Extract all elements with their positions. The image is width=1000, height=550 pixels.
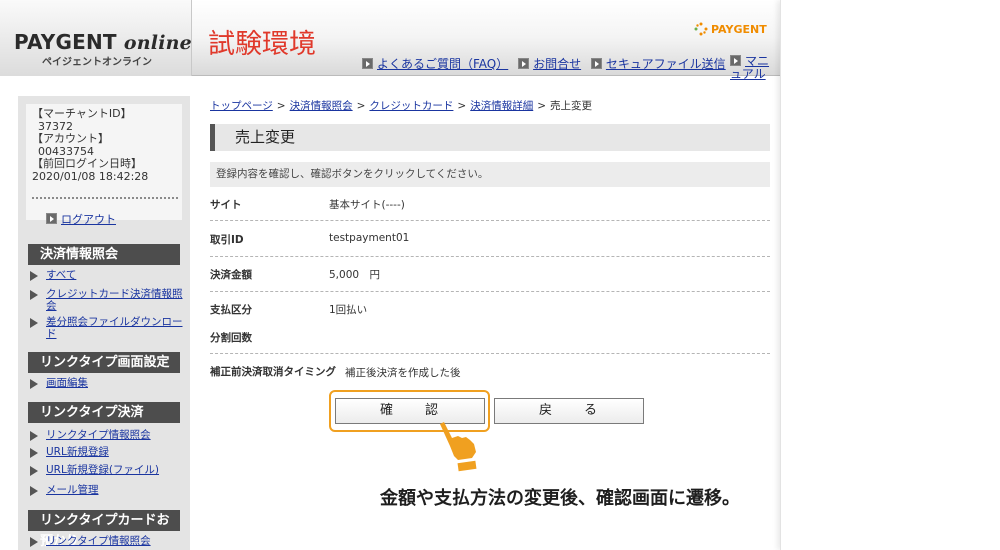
contact-link[interactable]: お問合せ — [533, 57, 581, 71]
environment-title: 試験環境 — [208, 29, 316, 60]
paygent-online-logo[interactable]: PAYGENT online ペイジェントオンライン — [0, 0, 192, 76]
breadcrumb-payment-inquiry[interactable]: 決済情報照会 — [290, 100, 353, 112]
amount-value: 5,000 円 — [329, 269, 381, 281]
logo-online-text: online — [123, 32, 192, 54]
merchant-id-label: 【マーチャントID】 — [32, 107, 132, 120]
row-divider — [210, 353, 770, 354]
breadcrumb-separator: > — [537, 100, 547, 112]
row-divider — [210, 256, 770, 257]
row-divider — [210, 220, 770, 221]
amount-label: 決済金額 — [210, 269, 252, 281]
section-link-screen-settings: リンクタイプ画面設定 — [28, 352, 180, 373]
logout-item[interactable]: ログアウト — [46, 211, 116, 227]
payment-type-value: 1回払い — [329, 304, 368, 316]
faq-link-item[interactable]: よくあるご質問（FAQ） — [362, 55, 508, 72]
arrow-bullet-icon — [730, 55, 741, 66]
paygent-brand-logo: PAYGENT — [694, 22, 767, 36]
sidebar-item-diff-download[interactable]: 差分照会ファイルダウンロード — [30, 316, 186, 340]
annotation-caption: 金額や支払方法の変更後、確認画面に遷移。 — [380, 488, 740, 509]
triangle-bullet-icon — [30, 466, 38, 476]
sidebar-item-screen-edit[interactable]: 画面編集 — [30, 377, 186, 390]
pointing-hand-icon — [440, 422, 477, 472]
triangle-bullet-icon — [30, 448, 38, 458]
payment-type-label: 支払区分 — [210, 304, 252, 316]
cancel-timing-value: 補正後決済を作成した後 — [345, 367, 461, 379]
breadcrumb-top[interactable]: トップページ — [210, 100, 273, 112]
header-links: よくあるご質問（FAQ） お問合せ セキュアファイル送信 マニュアル — [362, 55, 780, 81]
last-login-value: 2020/01/08 18:42:28 — [32, 169, 149, 183]
triangle-bullet-icon — [30, 379, 38, 389]
triangle-bullet-icon — [30, 290, 38, 300]
transaction-id-value: testpayment01 — [329, 232, 410, 244]
account-info-panel: 【マーチャントID】 37372 【アカウント】 00433754 【前回ログイ… — [26, 104, 182, 226]
triangle-bullet-icon — [30, 318, 38, 328]
row-divider — [210, 291, 770, 292]
triangle-bullet-icon — [30, 486, 38, 496]
breadcrumb: トップページ > 決済情報照会 > クレジットカード > 決済情報詳細 > 売上変更 — [210, 98, 592, 113]
sidebar-item-link-inquiry[interactable]: リンクタイプ情報照会 — [30, 429, 186, 442]
site-label: サイト — [210, 199, 242, 211]
contact-link-item[interactable]: お問合せ — [518, 55, 581, 72]
page-title: 売上変更 — [210, 124, 770, 151]
sidebar-item-mail-manage[interactable]: メール管理 — [30, 484, 186, 497]
sidebar-link-diff-download[interactable]: 差分照会ファイルダウンロード — [46, 316, 186, 340]
transaction-id-label: 取引ID — [210, 234, 244, 246]
account-divider — [32, 197, 178, 199]
sidebar-link-url-register[interactable]: URL新規登録 — [46, 446, 186, 459]
secure-file-link-item[interactable]: セキュアファイル送信 — [590, 55, 726, 72]
arrow-bullet-icon — [590, 58, 602, 69]
sidebar-link-link-inquiry[interactable]: リンクタイプ情報照会 — [46, 429, 186, 442]
sidebar-link-url-register-file[interactable]: URL新規登録(ファイル) — [46, 464, 186, 477]
sidebar-link-card-link-inquiry[interactable]: リンクタイプ情報照会 — [46, 535, 186, 548]
section-link-card-storage: リンクタイプカードお預かり — [28, 510, 180, 549]
triangle-bullet-icon — [30, 271, 38, 281]
site-value: 基本サイト(----) — [329, 199, 405, 211]
logo-main-text: PAYGENT — [14, 30, 117, 54]
logout-link[interactable]: ログアウト — [61, 213, 116, 226]
breadcrumb-payment-detail[interactable]: 決済情報詳細 — [470, 100, 533, 112]
breadcrumb-separator: > — [356, 100, 366, 112]
sidebar-link-screen-edit[interactable]: 画面編集 — [46, 377, 186, 390]
secure-file-link[interactable]: セキュアファイル送信 — [606, 57, 726, 71]
brand-text: PAYGENT — [711, 23, 767, 36]
manual-link-item[interactable]: マニュアル — [730, 55, 780, 81]
instruction-notice: 登録内容を確認し、確認ボタンをクリックしてください。 — [210, 162, 770, 187]
sidebar-link-all[interactable]: すべて — [46, 269, 186, 282]
faq-link[interactable]: よくあるご質問（FAQ） — [377, 57, 508, 71]
sidebar-item-url-register-file[interactable]: URL新規登録(ファイル) — [30, 464, 186, 477]
sidebar-item-url-register[interactable]: URL新規登録 — [30, 446, 186, 459]
sidebar-link-credit-inquiry[interactable]: クレジットカード決済情報照会 — [46, 288, 186, 312]
section-payment-inquiry: 決済情報照会 — [28, 244, 180, 265]
account-label: 【アカウント】 — [32, 132, 109, 146]
arrow-bullet-icon — [518, 58, 530, 69]
paygent-dots-icon — [694, 22, 708, 36]
triangle-bullet-icon — [30, 537, 38, 547]
sidebar-item-all[interactable]: すべて — [30, 269, 186, 282]
arrow-bullet-icon — [46, 213, 57, 224]
sidebar: 【マーチャントID】 37372 【アカウント】 00433754 【前回ログイ… — [18, 96, 190, 550]
triangle-bullet-icon — [30, 431, 38, 441]
breadcrumb-credit-card[interactable]: クレジットカード — [369, 100, 453, 112]
installments-label: 分割回数 — [210, 332, 252, 344]
breadcrumb-separator: > — [276, 100, 286, 112]
breadcrumb-separator: > — [457, 100, 467, 112]
logo-subtitle: ペイジェントオンライン — [42, 57, 152, 68]
cancel-timing-label: 補正前決済取消タイミング — [210, 366, 336, 378]
app-header: PAYGENT online ペイジェントオンライン 試験環境 PAYGENT … — [0, 0, 780, 81]
right-blank-area — [780, 0, 1000, 550]
sidebar-item-credit-inquiry[interactable]: クレジットカード決済情報照会 — [30, 288, 186, 312]
sidebar-link-mail-manage[interactable]: メール管理 — [46, 484, 186, 497]
section-link-payment: リンクタイプ決済 — [28, 402, 180, 423]
arrow-bullet-icon — [362, 58, 373, 69]
breadcrumb-current: 売上変更 — [550, 100, 593, 112]
back-button[interactable]: 戻 る — [494, 398, 644, 424]
sidebar-item-card-link-inquiry[interactable]: リンクタイプ情報照会 — [30, 535, 186, 548]
